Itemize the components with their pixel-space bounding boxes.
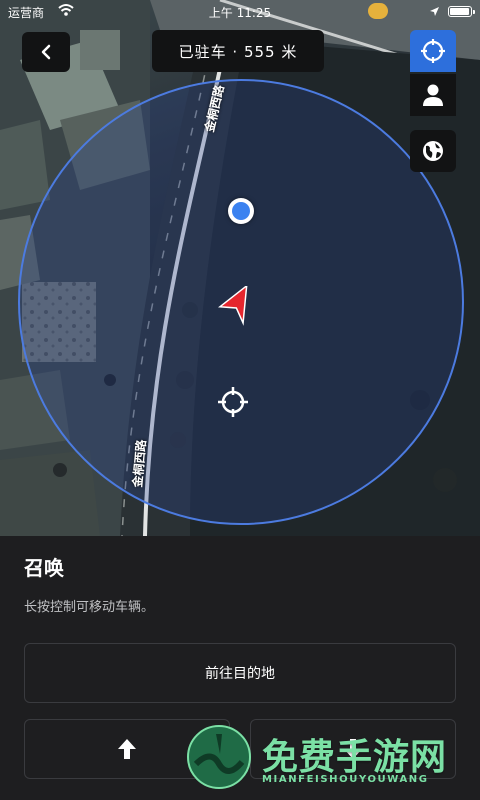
locate-icon xyxy=(421,39,445,63)
location-arrow-icon xyxy=(430,7,439,16)
watermark-subtext: MIANFEISHOUYOUWANG xyxy=(262,774,429,785)
satellite-map[interactable]: 金桐西路 金桐西路 xyxy=(0,0,480,536)
watermark-text: 免费手游网 xyxy=(262,737,448,778)
locate-button[interactable] xyxy=(410,30,456,72)
person-icon xyxy=(423,84,443,106)
map-imagery xyxy=(0,0,480,536)
clock: 上午 11:25 xyxy=(208,6,272,20)
blue-dot-icon xyxy=(228,198,254,224)
back-button[interactable] xyxy=(22,32,70,72)
satellite-view-button[interactable] xyxy=(410,130,456,172)
crosshair-icon[interactable] xyxy=(217,386,249,418)
globe-icon xyxy=(423,141,443,161)
red-arrow-icon xyxy=(218,286,248,326)
watermark: 免费手游网 MIANFEISHOUYOUWANG xyxy=(186,724,476,794)
go-to-destination-label: 前往目的地 xyxy=(205,666,275,682)
battery-saver-icon xyxy=(368,3,388,19)
battery-icon xyxy=(448,6,475,17)
go-to-destination-button[interactable]: 前往目的地 xyxy=(24,643,456,703)
chevron-left-icon xyxy=(41,44,51,60)
watermark-logo-icon xyxy=(187,725,251,789)
parked-status-pill: 已驻车 · 555 米 xyxy=(152,30,324,72)
arrow-up-icon xyxy=(118,739,136,759)
panel-title: 召唤 xyxy=(24,556,64,580)
person-button[interactable] xyxy=(410,74,456,116)
status-bar: 运营商 上午 11:25 xyxy=(0,0,480,24)
panel-subtitle: 长按控制可移动车辆。 xyxy=(24,600,155,615)
parked-status-text: 已驻车 · 555 米 xyxy=(178,42,298,61)
